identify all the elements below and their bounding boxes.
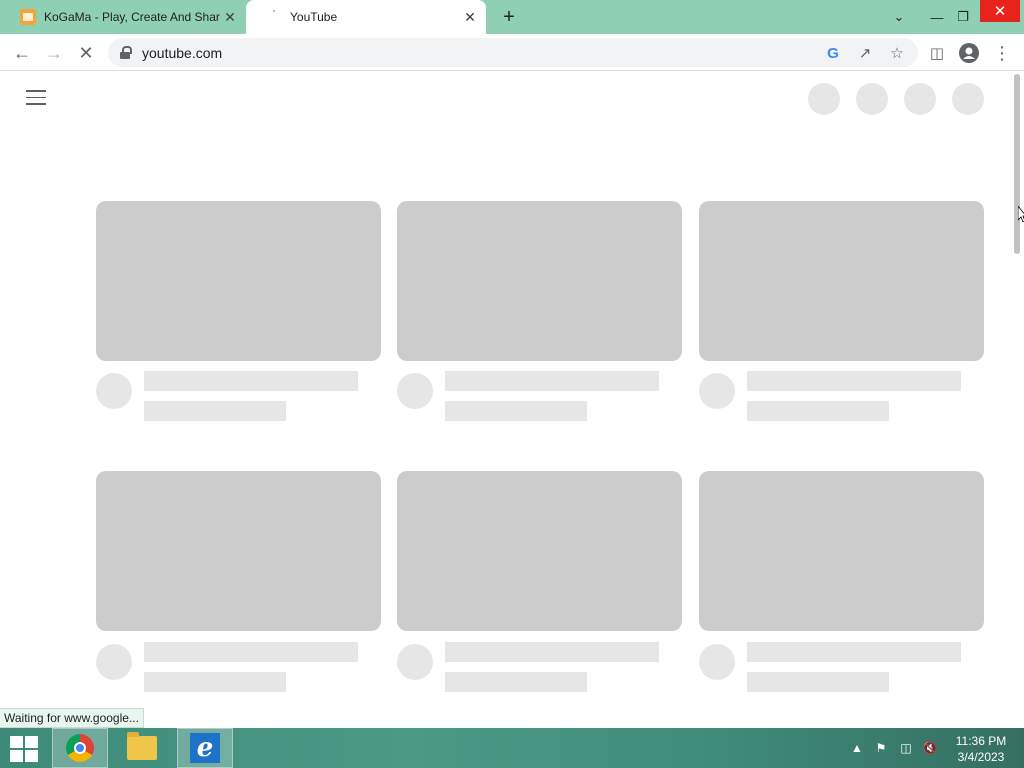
meta-line-placeholder [144, 672, 286, 692]
header-placeholder-circle [808, 83, 840, 115]
header-placeholder-circle [952, 83, 984, 115]
channel-avatar-placeholder [397, 644, 433, 680]
tab-youtube[interactable]: ’ YouTube ✕ [246, 0, 486, 34]
stop-loading-icon[interactable]: ✕ [73, 40, 99, 66]
close-tab-icon[interactable]: ✕ [460, 7, 480, 27]
video-thumbnail-placeholder [699, 471, 984, 631]
title-line-placeholder [747, 642, 961, 662]
side-panel-icon[interactable]: ◫ [924, 40, 950, 66]
video-thumbnail-placeholder [96, 201, 381, 361]
kogama-favicon-icon [20, 9, 36, 25]
page-scrollbar[interactable] [1010, 72, 1024, 728]
video-thumbnail-placeholder [397, 201, 682, 361]
address-bar[interactable]: youtube.com G ↗ ☆ [108, 38, 918, 67]
volume-muted-icon[interactable]: 🔇 [921, 740, 939, 756]
new-tab-button[interactable]: + [498, 6, 520, 28]
taskbar-explorer-button[interactable] [114, 728, 170, 768]
channel-avatar-placeholder [397, 373, 433, 409]
title-line-placeholder [445, 642, 659, 662]
loading-favicon-icon: ’ [272, 9, 276, 20]
close-tab-icon[interactable]: ✕ [220, 7, 240, 27]
title-line-placeholder [445, 371, 659, 391]
status-bubble: Waiting for www.google... [0, 708, 144, 728]
clock-date: 3/4/2023 [957, 750, 1005, 764]
show-hidden-icons-chevron-icon[interactable]: ▲ [850, 740, 864, 756]
url-text[interactable]: youtube.com [142, 45, 222, 61]
channel-avatar-placeholder [96, 373, 132, 409]
video-thumbnail-placeholder [397, 471, 682, 631]
channel-avatar-placeholder [699, 373, 735, 409]
taskbar-ie-button[interactable]: e [177, 728, 233, 768]
window-close-button[interactable]: ✕ [980, 0, 1020, 22]
meta-line-placeholder [445, 672, 587, 692]
lock-icon[interactable] [120, 45, 132, 60]
video-thumbnail-placeholder [96, 471, 381, 631]
chrome-icon [66, 734, 94, 762]
google-icon[interactable]: G [822, 42, 844, 64]
internet-explorer-icon: e [190, 733, 220, 763]
tab-strip: KoGaMa - Play, Create And Share ✕ ’ YouT… [0, 0, 1024, 34]
header-placeholder-circle [904, 83, 936, 115]
bookmark-star-icon[interactable]: ☆ [886, 42, 908, 64]
share-icon[interactable]: ↗ [854, 42, 876, 64]
network-icon[interactable]: ◫ [897, 740, 915, 756]
tab-kogama[interactable]: KoGaMa - Play, Create And Share ✕ [8, 0, 246, 34]
taskbar-chrome-button[interactable] [52, 728, 108, 768]
action-center-flag-icon[interactable]: ⚑ [872, 740, 890, 756]
title-line-placeholder [144, 371, 358, 391]
clock-time: 11:36 PM [955, 734, 1007, 748]
tab-search-chevron-icon[interactable]: ⌄ [886, 0, 912, 34]
kebab-menu-icon[interactable]: ⋮ [989, 40, 1015, 66]
scrollbar-thumb[interactable] [1014, 74, 1020, 254]
channel-avatar-placeholder [96, 644, 132, 680]
meta-line-placeholder [747, 401, 889, 421]
browser-toolbar: ← → ✕ youtube.com G ↗ ☆ ◫ ⋮ [0, 34, 1024, 71]
channel-avatar-placeholder [699, 644, 735, 680]
header-placeholder-circle [856, 83, 888, 115]
back-arrow-icon[interactable]: ← [9, 40, 35, 66]
forward-arrow-icon[interactable]: → [41, 40, 67, 66]
youtube-page [0, 72, 1024, 728]
file-explorer-icon [127, 732, 157, 760]
meta-line-placeholder [747, 672, 889, 692]
profile-avatar-icon[interactable] [956, 40, 982, 66]
tab-title: YouTube [290, 10, 338, 24]
meta-line-placeholder [445, 401, 587, 421]
mouse-cursor-icon [1018, 206, 1024, 222]
windows-start-icon[interactable] [8, 734, 40, 762]
windows-taskbar: e ▲ ⚑ ◫ 🔇 11:36 PM 3/4/2023 [0, 728, 1024, 768]
tab-title: KoGaMa - Play, Create And Share [44, 10, 220, 24]
meta-line-placeholder [144, 401, 286, 421]
title-line-placeholder [144, 642, 358, 662]
hamburger-menu-icon[interactable] [26, 90, 46, 106]
video-thumbnail-placeholder [699, 201, 984, 361]
minimize-button[interactable]: — [924, 0, 950, 34]
title-line-placeholder [747, 371, 961, 391]
restore-button[interactable]: ❐ [950, 0, 976, 34]
system-clock[interactable]: 11:36 PM 3/4/2023 [948, 733, 1014, 765]
